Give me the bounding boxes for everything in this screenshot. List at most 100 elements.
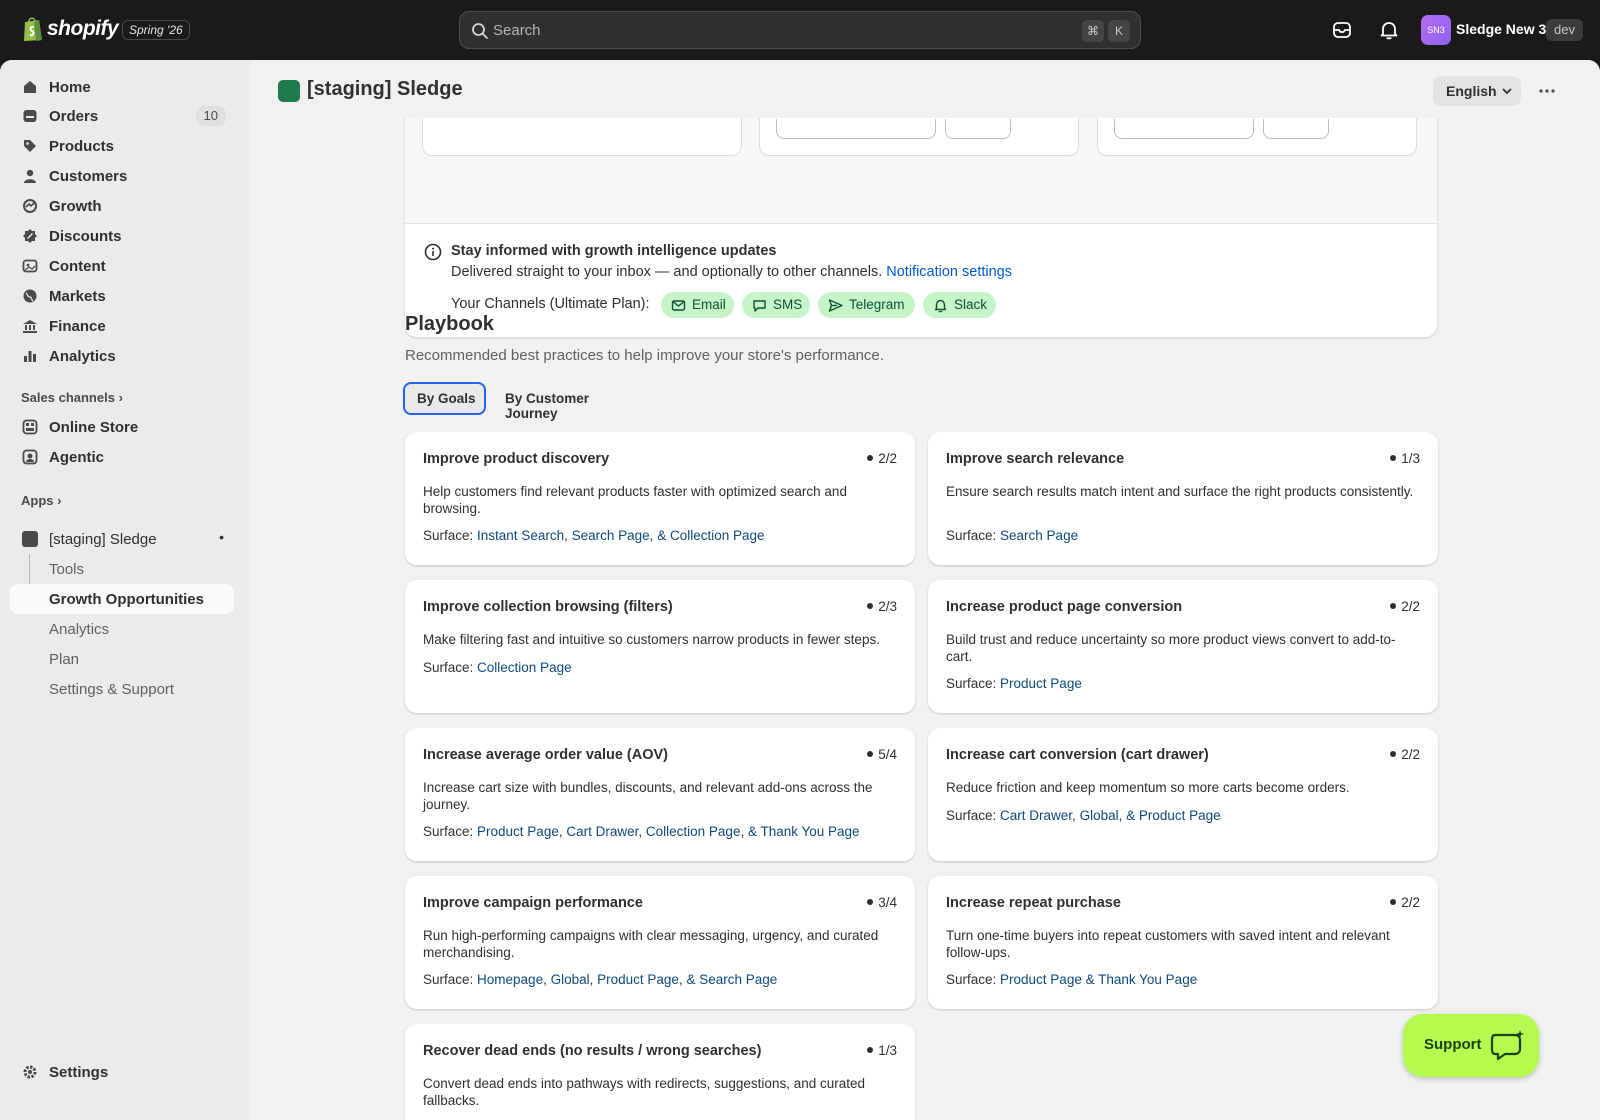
surface-link[interactable]: Product Page	[597, 972, 679, 987]
surface-link[interactable]: & Thank You Page	[748, 824, 860, 839]
sidebar-item-online-store[interactable]: Online Store	[12, 412, 234, 442]
sidebar-item-content[interactable]: Content	[12, 251, 234, 281]
surface-link[interactable]: & Product Page	[1126, 808, 1221, 823]
shortcut-cmd-key: ⌘	[1082, 20, 1104, 42]
search-placeholder[interactable]: Search	[493, 22, 541, 39]
playbook-subtitle: Recommended best practices to help impro…	[405, 347, 884, 364]
inbox-icon[interactable]	[1331, 19, 1353, 41]
shortcut-k-key: K	[1108, 20, 1130, 42]
channel-chip-sms[interactable]: SMS	[742, 292, 810, 318]
tab-by-customer-journey[interactable]: By Customer Journey	[495, 382, 645, 421]
main-frame: Home Orders 10 Products Customers Growth…	[0, 60, 1600, 1120]
progress-value: 2/2	[1401, 895, 1420, 910]
channel-chip-telegram[interactable]: Telegram	[818, 292, 915, 318]
goal-card-surfaces: Surface: Product Page	[946, 676, 1082, 691]
surface-link[interactable]: Product Page	[1000, 676, 1082, 691]
summary-card-button[interactable]	[1114, 119, 1254, 139]
sales-channels-header[interactable]: Sales channels ›	[21, 390, 123, 405]
bank-icon	[23, 320, 37, 333]
sidebar-item-home[interactable]: Home	[12, 72, 234, 102]
app-sub-analytics[interactable]: Analytics	[10, 614, 234, 644]
goal-card[interactable]: Improve product discovery 2/2 Help custome…	[405, 432, 915, 565]
apps-header[interactable]: Apps ›	[21, 493, 61, 508]
surface-link[interactable]: Collection Page	[646, 824, 741, 839]
tab-by-goals[interactable]: By Goals	[403, 382, 486, 415]
goal-card-description: Increase cart size with bundles, discoun…	[423, 780, 873, 812]
surface-link[interactable]: Product Page	[1000, 972, 1082, 987]
surface-link[interactable]: Product Page	[477, 824, 559, 839]
sidebar-item-agentic[interactable]: Agentic	[12, 442, 234, 472]
chip-label: SMS	[773, 297, 803, 312]
shopify-logo[interactable]: shopify	[22, 16, 119, 42]
support-button[interactable]: Support	[1403, 1014, 1539, 1077]
goal-card-progress: 2/3	[867, 599, 897, 614]
sidebar-item-markets[interactable]: Markets	[12, 281, 234, 311]
goal-card[interactable]: Increase cart conversion (cart drawer) 2/…	[928, 728, 1438, 861]
sidebar-item-label: Growth	[49, 198, 102, 215]
channel-chip-email[interactable]: Email	[661, 292, 734, 318]
chat-icon	[753, 300, 766, 312]
goal-card-title: Increase product page conversion	[946, 599, 1183, 615]
env-badge: dev	[1546, 19, 1583, 41]
growth-icon	[23, 199, 37, 213]
surface-link[interactable]: Cart Drawer	[566, 824, 638, 839]
content-icon	[22, 259, 38, 273]
global-search[interactable]: Search ⌘ K	[459, 11, 1141, 49]
goal-card[interactable]: Increase average order value (AOV) 5/4 Inc…	[405, 728, 915, 861]
sidebar-item-products[interactable]: Products	[12, 131, 234, 161]
goal-card-surfaces: Surface: Collection Page	[423, 660, 572, 675]
surface-label: Surface:	[946, 676, 1001, 691]
summary-card-button[interactable]	[945, 119, 1011, 139]
surface-link[interactable]: & Search Page	[686, 972, 777, 987]
surface-link[interactable]: Collection Page	[477, 660, 572, 675]
surface-label: Surface:	[946, 528, 1001, 543]
sidebar-item-growth[interactable]: Growth	[12, 191, 234, 221]
goal-card[interactable]: Increase repeat purchase 2/2 Turn one-time…	[928, 876, 1438, 1009]
surface-link[interactable]: & Collection Page	[657, 528, 764, 543]
sidebar-item-customers[interactable]: Customers	[12, 161, 234, 191]
bell-icon[interactable]	[1378, 19, 1400, 41]
sidebar-item-finance[interactable]: Finance	[12, 311, 234, 341]
app-sub-tools[interactable]: Tools	[10, 554, 234, 584]
surface-link[interactable]: Search Page	[572, 528, 650, 543]
goal-card-progress: 1/3	[867, 1043, 897, 1058]
surface-link[interactable]: Cart Drawer	[1000, 808, 1072, 823]
surface-link[interactable]: Global	[1080, 808, 1119, 823]
goal-card-title: Improve collection browsing (filters)	[423, 599, 673, 615]
surface-link[interactable]: Search Page	[1000, 528, 1078, 543]
app-sub-settings-support[interactable]: Settings & Support	[10, 674, 234, 704]
sidebar-item-label: Customers	[49, 168, 128, 185]
sidebar-item-settings[interactable]: Settings	[12, 1057, 234, 1087]
goal-card[interactable]: Increase product page conversion 2/2 Build…	[928, 580, 1438, 713]
sidebar-item-analytics[interactable]: Analytics	[12, 341, 234, 371]
summary-card-button[interactable]	[776, 119, 936, 139]
sidebar-item-label: Products	[49, 138, 115, 155]
store-avatar[interactable]: SN3	[1421, 15, 1451, 45]
sidebar-item-staging-sledge[interactable]: [staging] Sledge •	[12, 524, 234, 554]
goal-card[interactable]: Improve collection browsing (filters) 2/3…	[405, 580, 915, 713]
sidebar-item-discounts[interactable]: Discounts	[12, 221, 234, 251]
summary-card-button[interactable]	[1263, 119, 1329, 139]
surface-link[interactable]: Homepage	[477, 972, 543, 987]
goal-card[interactable]: Improve search relevance 1/3 Ensure search…	[928, 432, 1438, 565]
goal-card[interactable]: Recover dead ends (no results / wrong se…	[405, 1024, 915, 1120]
edition-badge[interactable]: Spring '26	[122, 20, 190, 40]
language-select[interactable]: English	[1433, 76, 1521, 106]
store-name[interactable]: Sledge New 3	[1456, 21, 1546, 37]
app-sub-plan[interactable]: Plan	[10, 644, 234, 674]
goal-card[interactable]: Improve campaign performance 3/4 Run high-…	[405, 876, 915, 1009]
goal-card-description: Turn one-time buyers into repeat custome…	[946, 928, 1390, 960]
channel-chip-slack[interactable]: Slack	[923, 292, 996, 318]
notification-settings-link[interactable]: Notification settings	[886, 264, 1012, 280]
app-sub-growth-opportunities[interactable]: Growth Opportunities	[10, 584, 234, 614]
surface-link[interactable]: Global	[551, 972, 590, 987]
more-actions-icon[interactable]	[1533, 78, 1561, 104]
app-status-dot: •	[219, 529, 224, 545]
surface-link[interactable]: Instant Search	[477, 528, 564, 543]
sub-item-label: Plan	[49, 651, 80, 668]
surface-link[interactable]: & Thank You Page	[1086, 972, 1198, 987]
goal-card-description: Make filtering fast and intuitive so cus…	[423, 632, 880, 647]
sidebar-item-orders[interactable]: Orders 10	[12, 101, 234, 131]
sub-item-label: Settings & Support	[49, 681, 175, 698]
mail-icon	[671, 300, 686, 311]
